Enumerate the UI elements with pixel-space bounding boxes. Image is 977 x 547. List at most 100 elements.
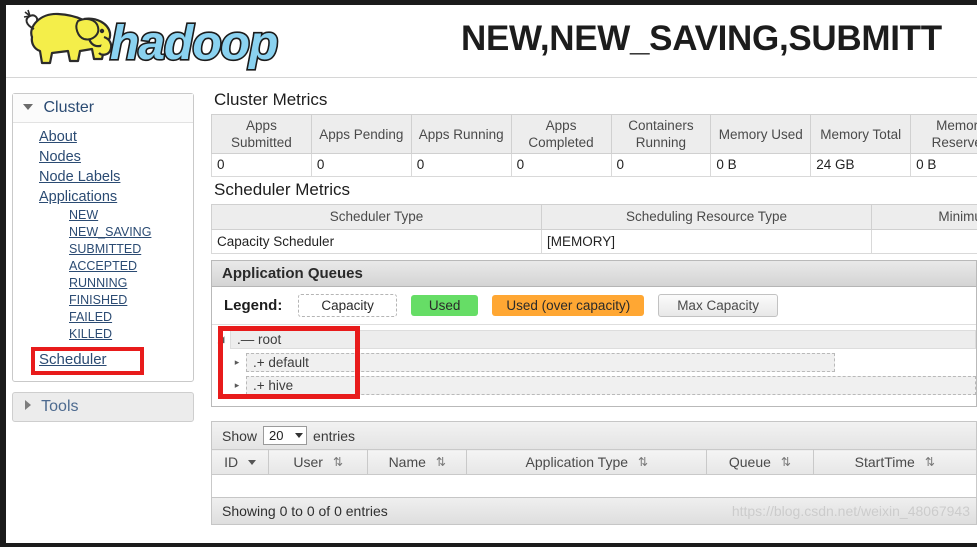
val-containers-running: 0 (610, 153, 712, 177)
col-header-user[interactable]: User ⇅ (268, 449, 369, 475)
col-memory-total: Memory Total (810, 114, 912, 154)
sort-both-icon: ⇅ (332, 455, 344, 469)
main-content: Cluster Metrics Apps Submitted Apps Pend… (210, 90, 977, 525)
legend-chip-max-capacity: Max Capacity (658, 294, 778, 317)
sidebar-item-state-running[interactable]: RUNNING (13, 275, 193, 292)
val-minimum-allocation (871, 229, 977, 254)
val-apps-submitted: 0 (211, 153, 312, 177)
chevron-down-icon (23, 104, 33, 110)
col-apps-completed: Apps Completed (510, 114, 612, 154)
sort-desc-icon (248, 459, 257, 465)
watermark: https://blog.csdn.net/weixin_48067943 (731, 503, 970, 519)
sidebar-item-node-labels[interactable]: Node Labels (13, 167, 193, 187)
col-scheduling-resource-type: Scheduling Resource Type (541, 204, 872, 230)
val-apps-running: 0 (410, 153, 512, 177)
col-memory-reserved: Memory Reserved (910, 114, 977, 154)
scheduler-metrics-table: Scheduler Type Scheduling Resource Type … (211, 204, 977, 254)
sort-both-icon: ⇅ (638, 455, 649, 469)
sidebar-item-state-accepted[interactable]: ACCEPTED (13, 258, 193, 275)
queue-row-default[interactable]: ▸ .+ default (212, 352, 976, 373)
queue-toggle-hive-icon[interactable]: ▸ (228, 375, 246, 396)
queue-tree: ◢ .— root ▸ .+ default ▸ .+ hive (212, 324, 976, 406)
page-header: hadoop NEW,NEW_SAVING,SUBMITT (6, 5, 977, 78)
queue-bar-hive[interactable]: .+ hive (246, 376, 976, 395)
sidebar-section-cluster[interactable]: Cluster (13, 94, 193, 123)
entries-label: entries (313, 427, 356, 444)
sidebar-item-scheduler[interactable]: Scheduler (39, 351, 107, 368)
val-memory-total: 24 GB (810, 153, 912, 177)
sort-both-icon: ⇅ (780, 455, 791, 469)
sidebar-section-tools-label: Tools (41, 398, 79, 415)
chevron-down-icon (295, 433, 304, 438)
queue-bar-default[interactable]: .+ default (246, 353, 835, 372)
val-memory-used: 0 B (710, 153, 812, 177)
svg-text:hadoop: hadoop (110, 17, 277, 70)
scheduler-metrics-title: Scheduler Metrics (214, 180, 351, 199)
col-header-id[interactable]: ID (210, 449, 270, 475)
scheduler-metrics-clip: Scheduler Type Scheduling Resource Type … (211, 204, 977, 254)
val-apps-pending: 0 (310, 153, 412, 177)
col-header-id-label: ID (224, 454, 239, 470)
page-size-select[interactable]: 20 (263, 426, 308, 445)
cluster-metrics-clip: Apps Submitted Apps Pending Apps Running… (211, 114, 977, 177)
sidebar-item-state-finished[interactable]: FINISHED (13, 292, 193, 309)
val-apps-completed: 0 (510, 153, 612, 177)
cluster-metrics-title: Cluster Metrics (214, 90, 328, 109)
page-size-value: 20 (269, 428, 284, 443)
col-header-starttime[interactable]: StartTime ⇅ (812, 449, 977, 475)
col-apps-running: Apps Running (410, 114, 512, 154)
col-header-application-type-label: Application Type (525, 454, 629, 470)
queue-row-root[interactable]: ◢ .— root (212, 329, 976, 350)
legend-chip-used-over-capacity: Used (over capacity) (492, 295, 645, 316)
legend-label: Legend: (224, 297, 283, 314)
col-header-queue-label: Queue (728, 454, 771, 470)
applications-table-footer: Showing 0 to 0 of 0 entries https://blog… (211, 497, 977, 525)
queue-toggle-root-icon[interactable]: ◢ (212, 329, 230, 350)
queue-label-root: .— root (237, 332, 282, 347)
chevron-right-icon (25, 400, 31, 410)
sidebar: Cluster About Nodes Node Labels Applicat… (12, 93, 194, 422)
page-title: NEW,NEW_SAVING,SUBMITT (461, 19, 942, 58)
sort-both-icon: ⇅ (435, 455, 446, 469)
val-memory-reserved: 0 B (910, 153, 977, 177)
queue-label-hive: .+ hive (253, 378, 294, 393)
scheduler-metrics-header-row: Scheduler Type Scheduling Resource Type … (211, 204, 977, 230)
queues-legend: Legend: Capacity Used Used (over capacit… (212, 287, 976, 324)
sidebar-item-nodes[interactable]: Nodes (13, 147, 193, 167)
sidebar-item-applications[interactable]: Applications (13, 187, 193, 207)
col-containers-running: Containers Running (610, 114, 712, 154)
queue-row-hive[interactable]: ▸ .+ hive (212, 375, 976, 396)
queue-toggle-default-icon[interactable]: ▸ (228, 352, 246, 373)
queue-bar-root[interactable]: .— root (230, 330, 976, 349)
applications-table-wrap: Show 20 entries ID User ⇅ Name ⇅ Applica… (210, 421, 977, 525)
val-scheduler-type: Capacity Scheduler (211, 229, 542, 254)
sidebar-section-tools[interactable]: Tools (12, 392, 194, 422)
cluster-nav-list: About Nodes Node Labels Applications NEW… (13, 123, 193, 381)
sidebar-item-state-new[interactable]: NEW (13, 207, 193, 224)
col-apps-submitted: Apps Submitted (211, 114, 312, 154)
show-label: Show (222, 427, 258, 444)
cluster-metrics-header-row: Apps Submitted Apps Pending Apps Running… (211, 114, 977, 154)
scheduler-link-wrap: Scheduler (13, 347, 193, 375)
val-scheduling-resource-type: [MEMORY] (541, 229, 872, 254)
sidebar-section-cluster-label: Cluster (43, 99, 95, 116)
queue-label-default: .+ default (253, 355, 309, 370)
sidebar-item-state-submitted[interactable]: SUBMITTED (13, 241, 193, 258)
legend-chip-capacity: Capacity (298, 294, 397, 317)
col-header-name[interactable]: Name ⇅ (367, 449, 468, 475)
sidebar-item-state-failed[interactable]: FAILED (13, 309, 193, 326)
col-header-queue[interactable]: Queue ⇅ (706, 449, 814, 475)
scheduler-metrics-value-row: Capacity Scheduler [MEMORY] (211, 229, 977, 254)
sidebar-item-state-killed[interactable]: KILLED (13, 326, 193, 343)
col-minimum-allocation: Minimum Allocation (871, 204, 977, 230)
sidebar-item-about[interactable]: About (13, 127, 193, 147)
sidebar-item-state-new-saving[interactable]: NEW_SAVING (13, 224, 193, 241)
application-queues-panel: Application Queues Legend: Capacity Used… (211, 260, 977, 407)
applications-table-empty-body (211, 475, 977, 497)
hadoop-elephant-icon: hadoop (23, 9, 280, 72)
hadoop-logo[interactable]: hadoop (18, 7, 338, 75)
application-queues-title: Application Queues (212, 261, 976, 287)
cluster-nav-block: Cluster About Nodes Node Labels Applicat… (12, 93, 194, 382)
legend-chip-used: Used (410, 295, 479, 316)
col-header-application-type[interactable]: Application Type ⇅ (466, 449, 708, 475)
